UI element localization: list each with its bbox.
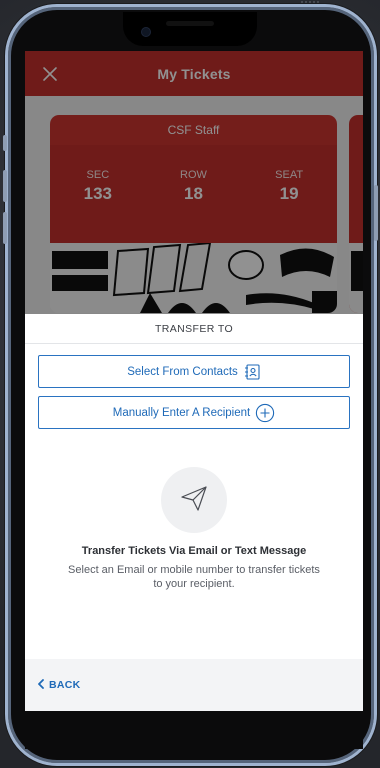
phone-speaker <box>166 21 214 26</box>
select-from-contacts-button[interactable]: Select From Contacts <box>38 355 350 388</box>
phone-bottom-bezel <box>25 711 363 749</box>
phone-camera <box>141 27 151 37</box>
back-button[interactable]: BACK <box>37 678 81 692</box>
back-label: BACK <box>49 679 81 691</box>
phone-side-button <box>3 135 7 151</box>
modal-backdrop[interactable] <box>25 51 363 314</box>
manual-entry-label: Manually Enter A Recipient <box>112 406 251 419</box>
contact-book-icon <box>243 363 261 381</box>
manually-enter-recipient-button[interactable]: Manually Enter A Recipient <box>38 396 350 429</box>
phone-volume-down-button <box>3 212 7 244</box>
app-screen: My Tickets CSF Staff SEC 133 ROW 18 SEAT… <box>25 51 363 711</box>
send-illustration <box>161 467 227 533</box>
plus-circle-icon <box>255 403 275 423</box>
phone-power-button <box>374 185 378 241</box>
sheet-title: TRANSFER TO <box>25 314 363 344</box>
paper-plane-icon <box>179 483 209 518</box>
transfer-sheet: TRANSFER TO Select From Contacts Manuall… <box>25 314 363 711</box>
select-contacts-label: Select From Contacts <box>127 365 238 378</box>
info-subtitle: Select an Email or mobile number to tran… <box>68 564 320 590</box>
phone-volume-up-button <box>3 170 7 202</box>
chevron-left-icon <box>37 678 45 692</box>
sheet-footer: BACK <box>25 659 363 711</box>
info-title: Transfer Tickets Via Email or Text Messa… <box>81 545 307 557</box>
